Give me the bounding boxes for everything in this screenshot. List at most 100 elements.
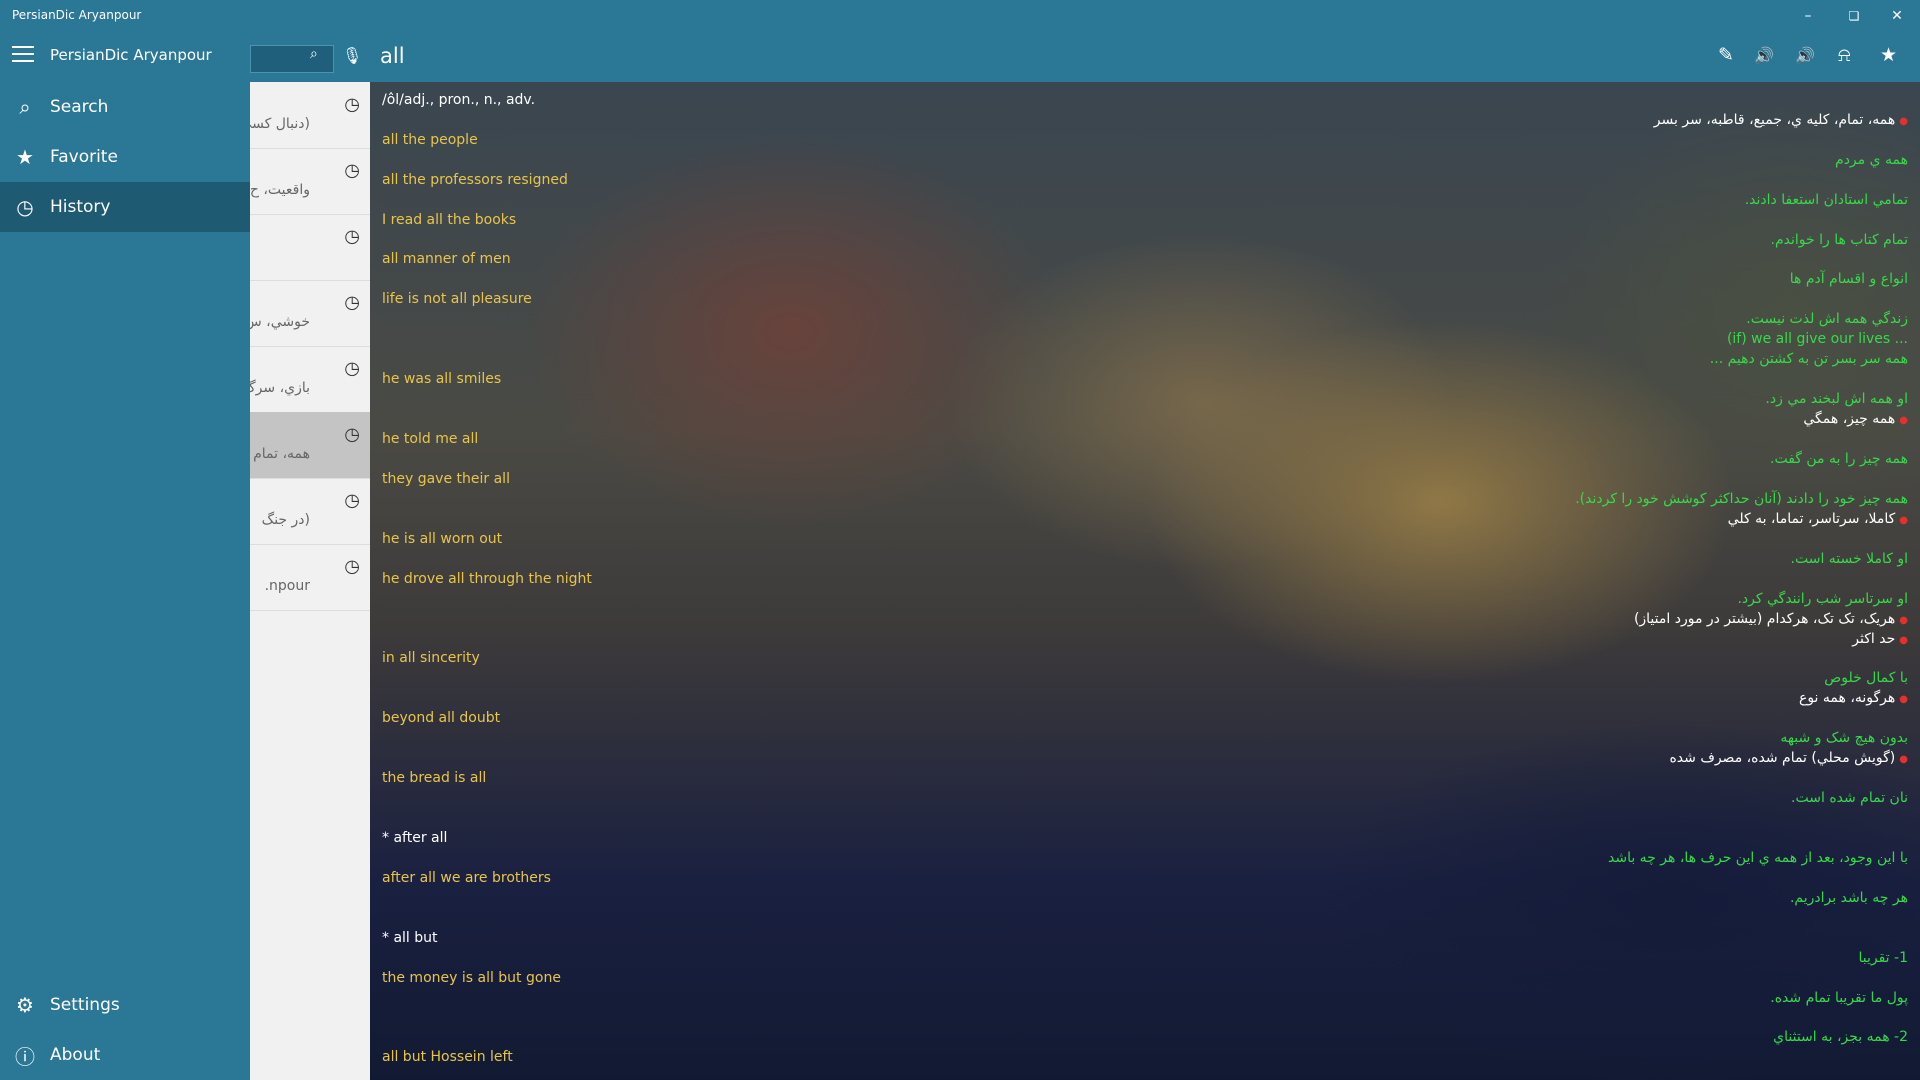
uk-flag-speaker-icon[interactable]: 🔊 [1795,46,1815,65]
clock-icon: ◷ [344,556,360,577]
history-item[interactable]: (دنبال کسي ◷ [250,82,370,149]
bullet-icon: ● [1899,615,1908,626]
example-en: he drove all through the night [382,571,592,587]
bullet-icon: ● [1899,694,1908,705]
example-en: the bread is all [382,770,487,786]
history-item-text: واقعيت، ح [250,182,310,198]
example-fa: پول ما تقريبا تمام شده. [1770,990,1908,1006]
history-item[interactable]: واقعيت، ح ◷ [250,148,370,215]
search-icon[interactable]: ⌕ [310,46,318,62]
header-app-name: PersianDic Aryanpour [50,46,212,64]
us-flag-speaker-icon[interactable]: 🔊 [1754,46,1774,65]
clock-icon: ◷ [344,424,360,445]
meaning-fa: ●همه چيز، همگي [1803,411,1908,427]
example-fa: هر چه باشد برادريم. [1789,890,1908,906]
nav-label: Settings [50,995,120,1015]
example-fa: نان تمام شده است. [1791,790,1908,806]
example-en: all manner of men [382,251,511,267]
example-en: he is all worn out [382,531,503,547]
example-en: all the professors resigned [382,172,568,188]
app-header: PersianDic Aryanpour ⌕ 🎙 all ✎ 🔊 🔊 ⍾ ★ [0,32,1920,82]
nav-favorite[interactable]: ★ Favorite [0,132,250,182]
example-en: beyond all doubt [382,710,501,726]
example-en: the money is all but gone [382,970,561,986]
idiom-heading: * after all [382,830,448,846]
history-item-text: همه، تمام [253,446,310,462]
example-fa: همه سر بسر تن به کشتن دهيم ... [1709,351,1908,367]
history-item[interactable]: npour. ◷ [250,544,370,611]
bullet-icon: ● [1899,515,1908,526]
clock-icon: ◷ [344,94,360,115]
query-word: all [380,44,405,68]
example-en: they gave their all [382,471,510,487]
close-button[interactable]: ✕ [1874,0,1920,32]
example-en: in all sincerity [382,650,480,666]
example-en: he was all smiles [382,371,502,387]
example-fa: او همه اش لبخند مي زد. [1765,391,1908,407]
meaning-fa: ●همه، تمام، کليه ي، جميع، قاطبه، سر بسر [1654,112,1908,128]
window-title: PersianDic Aryanpour [12,8,142,22]
example-fa: همه ي مردم [1835,152,1908,168]
example-fa: زندگي همه اش لذت نيست. [1746,311,1908,327]
example-fa: بدون هيچ شک و شبهه [1780,730,1908,746]
meaning-text: کاملا، سرتاسر، تماما، به کلي [1727,511,1896,527]
clock-icon: ◷ [16,195,34,219]
nav-search[interactable]: ⌕ Search [0,82,250,132]
search-input[interactable] [250,45,334,73]
history-item-selected[interactable]: همه، تمام ◷ [250,412,370,479]
example-en: all but Hossein left [382,1049,513,1065]
history-item-text: npour. [264,578,310,594]
pencil-icon[interactable]: ✎ [1718,44,1734,66]
nav-settings[interactable]: ⚙ Settings [0,980,250,1030]
navigation-sidebar: ⌕ Search ★ Favorite ◷ History ⚙ Settings… [0,82,250,1080]
example-fa: با کمال خلوص [1824,670,1908,686]
nav-about[interactable]: ⓘ About [0,1030,250,1080]
history-item-text: بازي، سرگ [250,380,310,396]
example-en: all the people [382,132,478,148]
minimize-button[interactable]: – [1785,0,1831,32]
history-item[interactable]: (در جنگ ◷ [250,478,370,545]
example-fa: (if) we all give our lives ... [1726,331,1908,347]
example-fa: همه چيز خود را دادند (آنان حداکثر کوشش خ… [1575,491,1908,507]
star-icon: ★ [16,145,34,169]
example-fa: همه چيز را به من گفت. [1770,451,1908,467]
clock-icon: ◷ [344,160,360,181]
star-icon[interactable]: ★ [1880,44,1897,66]
nav-history[interactable]: ◷ History [0,182,250,232]
bell-icon[interactable]: ⍾ [1838,44,1851,66]
example-fa: 2- همه بجز، به استثناي [1773,1029,1908,1045]
meaning-fa: ●هريک، تک تک، هرکدام (بيشتر در مورد امتي… [1634,611,1908,627]
restore-button[interactable]: ❏ [1831,0,1877,32]
nav-label: Favorite [50,147,118,167]
microphone-icon[interactable]: 🎙 [342,46,362,65]
example-en: I read all the books [382,212,517,228]
example-fa: او سرتاسر شب رانندگي کرد. [1737,591,1908,607]
hamburger-menu-icon[interactable] [12,46,34,62]
meaning-text: (گويش محلي) تمام شده، مصرف شده [1669,750,1896,766]
meaning-text: حد اکثر [1852,631,1896,647]
clock-icon: ◷ [344,490,360,511]
history-item[interactable]: بازي، سرگ ◷ [250,346,370,413]
history-list: (دنبال کسي ◷ واقعيت، ح ◷ ◷ خوشي، س ◷ باز… [250,82,370,1080]
example-fa: او کاملا خسته است. [1790,551,1908,567]
clock-icon: ◷ [344,226,360,247]
example-fa: 1- تقريبا [1858,950,1908,966]
bullet-icon: ● [1899,116,1908,127]
example-en: life is not all pleasure [382,291,532,307]
clock-icon: ◷ [344,358,360,379]
meaning-fa: ●کاملا، سرتاسر، تماما، به کلي [1728,511,1908,527]
history-item[interactable]: خوشي، س ◷ [250,280,370,347]
meaning-text: هريک، تک تک، هرکدام (بيشتر در مورد امتيا… [1633,611,1896,627]
example-en: he told me all [382,431,479,447]
bullet-icon: ● [1899,754,1908,765]
history-item[interactable]: ◷ [250,214,370,281]
meaning-fa: ●هرگونه، همه نوع [1799,690,1908,706]
search-icon: ⌕ [19,95,31,119]
title-bar: PersianDic Aryanpour – ❏ ✕ [0,0,1920,32]
example-fa: تمام کتاب ها را خواندم. [1770,232,1909,248]
meaning-text: همه، تمام، کليه ي، جميع، قاطبه، سر بسر [1653,112,1896,128]
info-icon: ⓘ [15,1044,35,1069]
history-item-text: (دنبال کسي [250,116,310,132]
nav-label: About [50,1045,101,1065]
meaning-text: همه چيز، همگي [1803,411,1896,427]
